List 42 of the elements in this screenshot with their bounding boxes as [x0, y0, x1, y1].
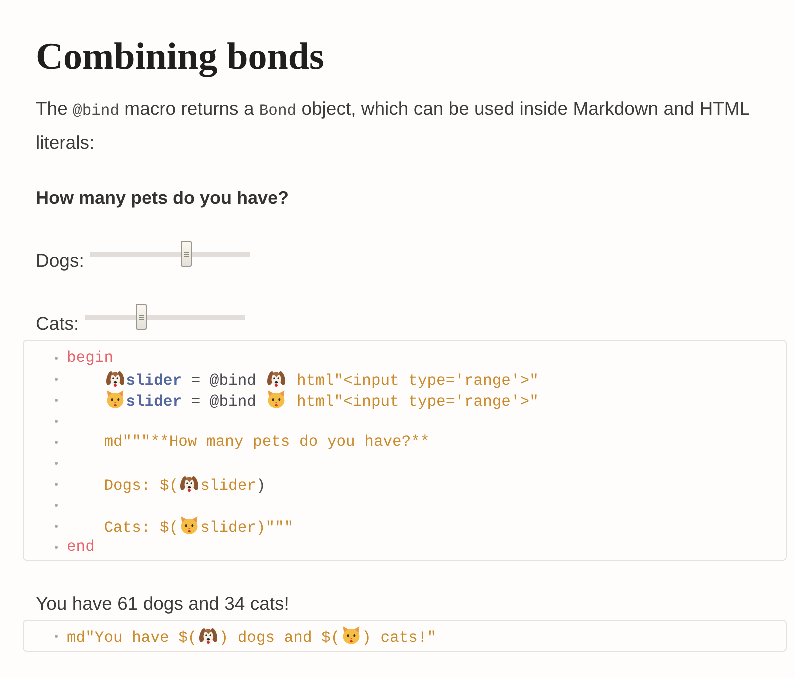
- dog-face-icon: [198, 626, 218, 645]
- code-text: slider = @bind: [126, 393, 258, 411]
- dog-face-icon: [267, 369, 286, 388]
- slider-label: Cats:: [36, 312, 80, 336]
- code-text: begin: [67, 349, 114, 367]
- dog-face-icon: [106, 369, 125, 388]
- cat-face-icon: [106, 390, 125, 409]
- line-dot-icon: [55, 546, 58, 549]
- cat-face-icon: [267, 390, 286, 409]
- line-dot-icon: [55, 378, 58, 381]
- line-dot-icon: [55, 504, 58, 507]
- code-text: html"<input type='range'>": [296, 372, 539, 390]
- code-text: ) cats!": [362, 629, 437, 647]
- code-cell[interactable]: begin slider = @bind html"<input type='range'>" slider = @bind html"<input type='range'>" md"""**How many pets do you have?** Dogs: $( slider) Cats: $( slider)""" end: [23, 340, 787, 561]
- line-dot-icon: [55, 420, 58, 423]
- code-text: md"You have $(: [67, 629, 198, 647]
- page-heading: Combining bonds: [35, 35, 326, 80]
- slider-thumb[interactable]: [181, 241, 192, 267]
- output-text: You have 61 dogs and 34 cats!: [36, 592, 290, 616]
- slider-label: Dogs:: [36, 249, 84, 273]
- code-text: Dogs: $(: [104, 477, 179, 495]
- code-text: ) dogs and $(: [219, 629, 340, 647]
- code-text: slider)""": [200, 519, 294, 537]
- code-text: html"<input type='range'>": [296, 393, 539, 411]
- line-dot-icon: [55, 635, 58, 638]
- cat-face-icon: [342, 626, 361, 645]
- line-dot-icon: [55, 441, 58, 444]
- line-dot-icon: [55, 462, 58, 465]
- cat-face-icon: [180, 516, 200, 535]
- line-dot-icon: [55, 357, 58, 360]
- intro-paragraph: The @bind macro returns a Bond object, which can be used inside Markdown and HTML literals:: [35, 97, 750, 155]
- code-text: slider): [200, 477, 266, 495]
- code-text: slider = @bind: [126, 372, 258, 390]
- code-text: Cats: $(: [104, 519, 179, 537]
- code-text: md"""**How many pets do you have?**: [104, 433, 430, 451]
- dog-face-icon: [180, 474, 200, 493]
- line-dot-icon: [55, 483, 58, 486]
- question-text: How many pets do you have?: [36, 187, 290, 210]
- line-dot-icon: [55, 399, 58, 402]
- slider-thumb[interactable]: [136, 304, 147, 330]
- line-dot-icon: [55, 525, 58, 528]
- code-text: end: [67, 538, 95, 556]
